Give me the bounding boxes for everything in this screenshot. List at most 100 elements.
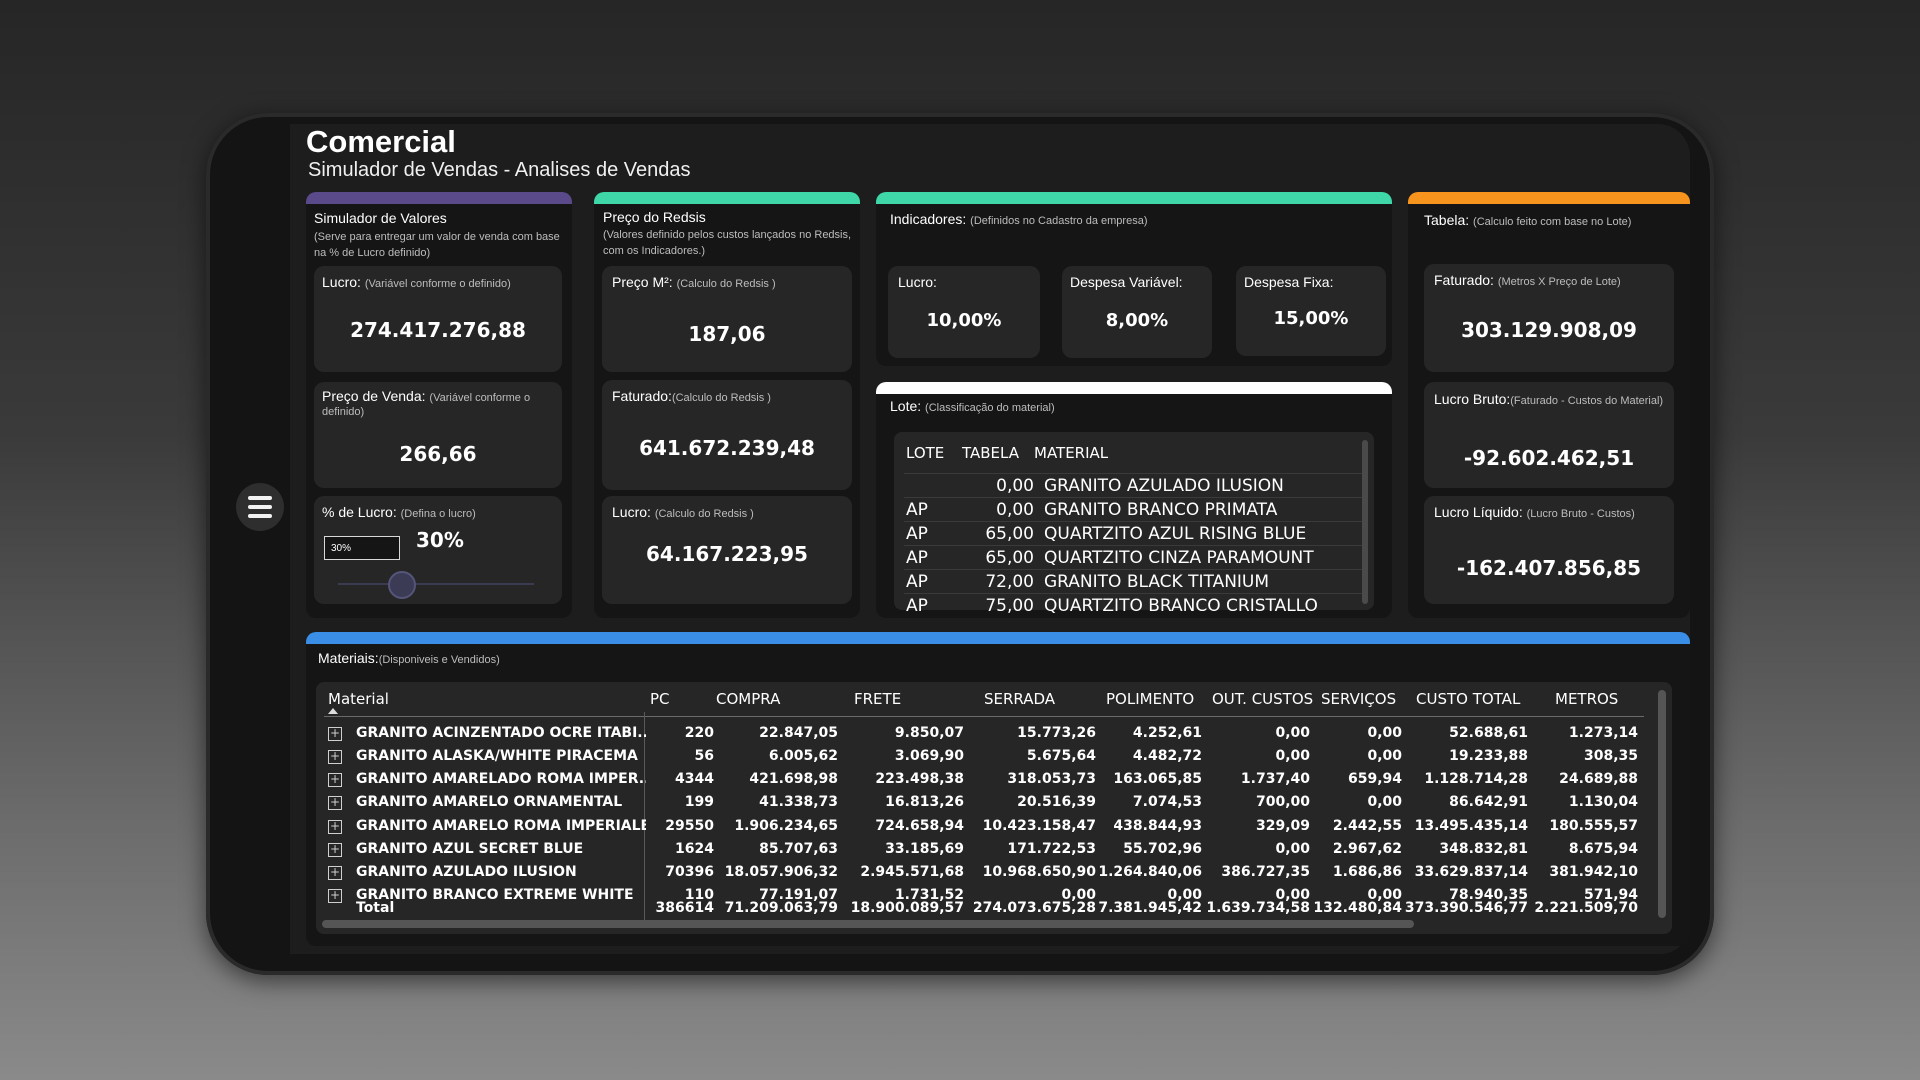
preco-m2-label: Preço M²: (612, 274, 673, 290)
table-row[interactable]: + GRANITO AMARELO ROMA IMPERIALE 29550 1.90… (316, 815, 1656, 838)
indicador-desp-var-box: Despesa Variável: 8,00% (1062, 266, 1212, 358)
mat-header-compra[interactable]: COMPRA (716, 690, 780, 708)
table-cell: 19.233,88 (1449, 748, 1528, 764)
lote-row[interactable]: 0,00 GRANITO AZULADO ILUSION (904, 474, 1364, 498)
total-cell: 132.480,84 (1313, 900, 1402, 916)
table-cell: 2.442,55 (1332, 818, 1402, 834)
expand-plus-icon[interactable]: + (328, 820, 342, 834)
mat-header-metros[interactable]: METROS (1555, 690, 1618, 708)
table-cell: 29550 (665, 818, 714, 834)
expand-plus-icon[interactable]: + (328, 773, 342, 787)
lote-row[interactable]: AP 0,00 GRANITO BRANCO PRIMATA (904, 498, 1364, 522)
table-cell: 308,35 (1583, 748, 1638, 764)
table-cell: 24.689,88 (1559, 771, 1638, 787)
indicador-lucro-box: Lucro: 10,00% (888, 266, 1040, 358)
expand-plus-icon[interactable]: + (328, 866, 342, 880)
table-cell: 223.498,38 (875, 771, 964, 787)
pct-lucro-slider-track[interactable] (338, 583, 534, 585)
menu-button[interactable] (236, 483, 284, 531)
simulador-preco-value: 266,66 (399, 442, 477, 466)
materiais-table[interactable]: Material PC COMPRA FRETE SERRADA POLIMEN… (316, 682, 1672, 934)
tabela-lucro-liquido-box: Lucro Líquido: (Lucro Bruto - Custos) -1… (1424, 496, 1674, 604)
total-cell: 71.209.063,79 (724, 900, 838, 916)
table-cell: 1.686,86 (1332, 864, 1402, 880)
table-cell: 1624 (675, 841, 714, 857)
table-cell: 13.495.435,14 (1414, 818, 1528, 834)
material-name-cell: GRANITO AMARELO ROMA IMPERIALE (356, 818, 646, 834)
table-cell: 348.832,81 (1439, 841, 1528, 857)
lote-scrollbar[interactable] (1362, 440, 1368, 604)
mat-header-servicos[interactable]: SERVIÇOS (1321, 690, 1396, 708)
table-cell: 1.264.840,06 (1098, 864, 1202, 880)
table-cell: 1.128.714,28 (1424, 771, 1528, 787)
card-accent-bar (876, 382, 1392, 394)
table-cell: 9.850,07 (894, 725, 964, 741)
table-cell: 8.675,94 (1568, 841, 1638, 857)
tabela-title: Tabela: (Calculo feito com base no Lote) (1424, 212, 1632, 228)
materiais-hscroll[interactable] (322, 920, 1414, 928)
redsis-faturado-box: Faturado:(Calculo do Redsis ) 641.672.23… (602, 380, 852, 490)
card-accent-bar (594, 192, 860, 204)
lote-header-lote[interactable]: LOTE (906, 444, 944, 462)
table-row[interactable]: + GRANITO ALASKA/WHITE PIRACEMA 56 6.005,62… (316, 745, 1656, 768)
redsis-lucro-box: Lucro: (Calculo do Redsis ) 64.167.223,9… (602, 496, 852, 604)
lucro-bruto-label: Lucro Bruto: (1434, 391, 1511, 407)
table-cell: 381.942,10 (1549, 864, 1638, 880)
mat-header-custo-total[interactable]: CUSTO TOTAL (1416, 690, 1520, 708)
table-cell: 10.423.158,47 (982, 818, 1096, 834)
expand-plus-icon[interactable]: + (328, 843, 342, 857)
table-cell: 0,00 (1367, 748, 1402, 764)
total-cell: 274.073.675,28 (972, 900, 1096, 916)
total-row: Total 386614 71.209.063,79 18.900.089,57 274… (316, 897, 1656, 920)
lote-header-material[interactable]: MATERIAL (1034, 444, 1108, 462)
materiais-vscroll[interactable] (1658, 690, 1666, 918)
lote-row[interactable]: AP 65,00 QUARTZITO CINZA PARAMOUNT (904, 546, 1364, 570)
redsis-preco-box: Preço M²: (Calculo do Redsis ) 187,06 (602, 266, 852, 372)
table-cell: 5.675,64 (1026, 748, 1096, 764)
pct-lucro-slider-thumb[interactable] (387, 571, 416, 599)
table-cell: 4.252,61 (1132, 725, 1202, 741)
mat-header-pc[interactable]: PC (650, 690, 670, 708)
lote-header-tabela[interactable]: TABELA (962, 444, 1019, 462)
pct-lucro-label: % de Lucro: (322, 504, 397, 520)
lucro-bruto-value: -92.602.462,51 (1463, 446, 1635, 470)
expand-plus-icon[interactable]: + (328, 796, 342, 810)
expand-plus-icon[interactable]: + (328, 750, 342, 764)
table-cell: 329,09 (1255, 818, 1310, 834)
mat-header-frete[interactable]: FRETE (854, 690, 901, 708)
mat-header-material[interactable]: Material (328, 690, 389, 708)
expand-plus-icon[interactable]: + (328, 727, 342, 741)
table-cell: 0,00 (1275, 725, 1310, 741)
table-cell: 7.074,53 (1132, 794, 1202, 810)
total-cell: 386614 (655, 900, 714, 916)
table-cell: 2.967,62 (1332, 841, 1402, 857)
simulador-desc: (Serve para entregar um valor de venda c… (314, 231, 560, 259)
lote-row[interactable]: AP 65,00 QUARTZITO AZUL RISING BLUE (904, 522, 1364, 546)
pct-lucro-input[interactable] (324, 536, 400, 560)
table-row[interactable]: + GRANITO ACINZENTADO OCRE ITABI... 220 22.… (316, 722, 1656, 745)
total-cell: 18.900.089,57 (850, 900, 964, 916)
table-cell: 15.773,26 (1017, 725, 1096, 741)
table-cell: 1.130,04 (1568, 794, 1638, 810)
lote-row[interactable]: AP 75,00 QUARTZITO BRANCO CRISTALLO (904, 586, 1364, 616)
redsis-faturado-value: 641.672.239,48 (639, 436, 815, 460)
table-cell: 22.847,05 (759, 725, 838, 741)
mat-header-polimento[interactable]: POLIMENTO (1106, 690, 1194, 708)
material-name-cell: GRANITO AZULADO ILUSION (356, 864, 577, 880)
table-cell: 659,94 (1347, 771, 1402, 787)
table-cell: 4.482,72 (1132, 748, 1202, 764)
lote-table[interactable]: LOTE TABELA MATERIAL 0,00 GRANITO AZULAD… (894, 432, 1374, 616)
desp-var-value: 8,00% (1105, 310, 1169, 331)
table-row[interactable]: + GRANITO AMARELADO ROMA IMPER... 4344 421.… (316, 768, 1656, 791)
card-accent-bar (306, 632, 1690, 644)
table-row[interactable]: + GRANITO AMARELO ORNAMENTAL 199 41.338,73 1… (316, 791, 1656, 814)
total-cell: 2.221.509,70 (1534, 900, 1638, 916)
table-row[interactable]: + GRANITO AZULADO ILUSION 70396 18.057.906,… (316, 861, 1656, 884)
indicador-desp-fixa-box: Despesa Fixa: 15,00% (1236, 266, 1386, 356)
material-name-cell: GRANITO AZUL SECRET BLUE (356, 841, 584, 857)
table-row[interactable]: + GRANITO AZUL SECRET BLUE 1624 85.707,63 33… (316, 838, 1656, 861)
mat-header-serrada[interactable]: SERRADA (984, 690, 1055, 708)
table-cell: 3.069,90 (894, 748, 964, 764)
mat-header-out-custos[interactable]: OUT. CUSTOS (1212, 690, 1313, 708)
hamburger-icon (248, 496, 272, 500)
